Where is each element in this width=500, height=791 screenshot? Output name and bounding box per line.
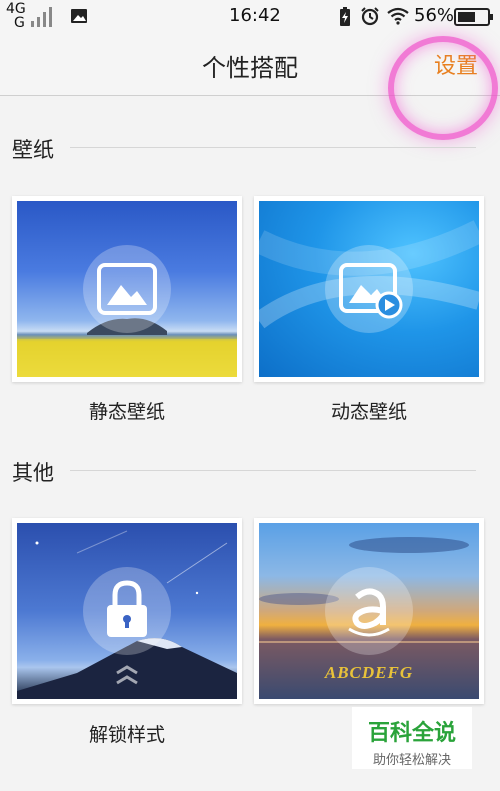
top-nav-bar: 个性搭配 设置: [0, 34, 500, 96]
lock-icon: [107, 580, 147, 637]
wifi-icon: [387, 7, 409, 25]
battery-icon: [454, 8, 493, 26]
dynamic-wallpaper-card[interactable]: [254, 196, 484, 382]
lock-style-thumbnail: [17, 523, 237, 699]
settings-button[interactable]: 设置: [434, 48, 478, 80]
status-time: 16:42: [229, 5, 281, 26]
network-label-2: G: [14, 15, 25, 31]
static-wallpaper-thumbnail: [17, 201, 237, 377]
dynamic-wallpaper-thumbnail: [259, 201, 479, 377]
signal-icon: [31, 7, 52, 27]
section-title-wallpaper: 壁纸: [12, 138, 54, 162]
section-title-other: 其他: [12, 461, 54, 485]
image-icon: [97, 263, 157, 315]
font-a-icon: [348, 588, 390, 637]
static-wallpaper-label: 静态壁纸: [88, 401, 165, 423]
watermark-title: 百科全说: [367, 721, 456, 746]
section-divider: [70, 470, 476, 471]
static-wallpaper-card[interactable]: [12, 196, 242, 382]
font-style-thumbnail: ABCDEFG: [259, 523, 479, 699]
dynamic-wallpaper-label: 动态壁纸: [330, 401, 407, 423]
image-icon: [71, 9, 87, 23]
status-bar: 4G G 16:42 56%: [0, 0, 500, 34]
page-title: 个性搭配: [202, 54, 298, 82]
battery-saver-icon: [340, 7, 350, 26]
lock-style-card[interactable]: [12, 518, 242, 704]
font-sample-text: ABCDEFG: [324, 663, 414, 682]
lock-style-label: 解锁样式: [88, 724, 165, 746]
watermark-logo: 百科全说 助你轻松解决: [352, 707, 472, 769]
font-style-card[interactable]: ABCDEFG: [254, 518, 484, 704]
alarm-icon: [361, 7, 379, 26]
section-divider: [70, 147, 476, 148]
battery-percent: 56%: [414, 5, 455, 26]
watermark-subtitle: 助你轻松解决: [372, 753, 451, 768]
video-image-icon: [339, 263, 403, 319]
